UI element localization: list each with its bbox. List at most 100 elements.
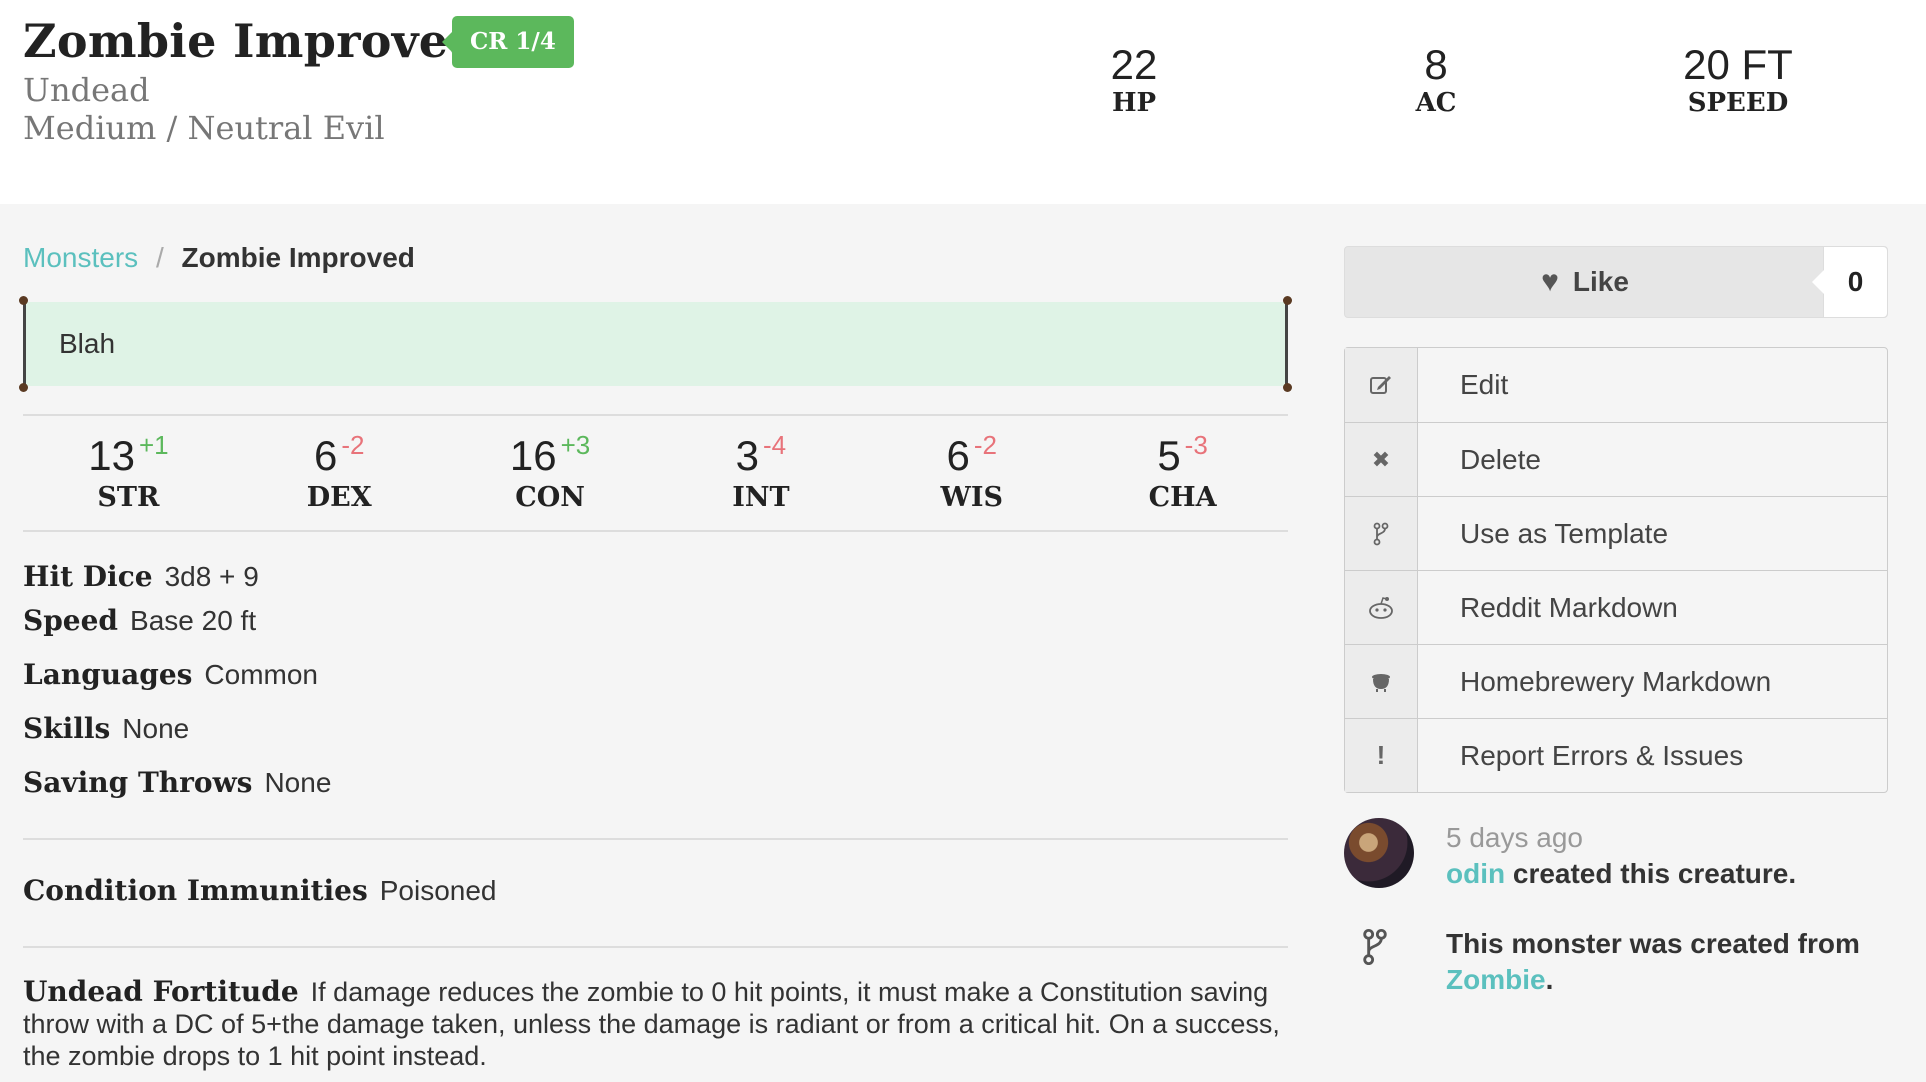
breadcrumb: Monsters / Zombie Improved [23, 242, 415, 274]
like-widget: ♥ Like 0 [1344, 246, 1888, 318]
edit-button[interactable]: Edit [1345, 348, 1887, 422]
resize-handle [1283, 296, 1292, 305]
ability-modifier: +3 [560, 430, 591, 460]
resize-handle [19, 383, 28, 392]
property-value: Common [204, 659, 319, 690]
ability-dex: 6 -2 DEX [234, 420, 445, 530]
ability-str: 13 +1 STR [23, 420, 234, 530]
monster-header: Zombie Improved CR 1/4 Undead Medium / N… [0, 0, 1926, 204]
description-text: Blah [59, 328, 116, 359]
skills-row: Skills None [23, 712, 189, 745]
monster-type: Undead [23, 71, 150, 109]
reddit-icon [1345, 571, 1418, 644]
ability-score: 6 [314, 432, 338, 479]
template-prefix: This monster was created from [1446, 928, 1860, 959]
ability-label: INT [732, 482, 790, 513]
template-suffix: . [1545, 964, 1554, 995]
menu-label: Homebrewery Markdown [1460, 665, 1772, 697]
ability-score: 6 [946, 432, 970, 479]
activity-action: created this creature. [1505, 858, 1797, 889]
speed-value: 20 FT [1683, 41, 1793, 88]
template-source-text: This monster was created from Zombie. [1446, 926, 1876, 998]
homebrewery-markdown-button[interactable]: Homebrewery Markdown [1345, 644, 1887, 718]
ability-label: CHA [1148, 482, 1217, 513]
resize-handle [19, 296, 28, 305]
divider [23, 530, 1288, 532]
breadcrumb-monsters-link[interactable]: Monsters [23, 242, 138, 273]
property-value: None [264, 767, 332, 798]
fork-icon [1345, 497, 1418, 570]
menu-label: Delete [1460, 443, 1541, 475]
divider [23, 414, 1288, 416]
ability-modifier: -3 [1184, 430, 1208, 460]
hit-dice-row: Hit Dice 3d8 + 9 [23, 560, 259, 593]
menu-label: Reddit Markdown [1460, 591, 1678, 623]
property-value: Base 20 ft [130, 605, 257, 636]
reddit-markdown-button[interactable]: Reddit Markdown [1345, 570, 1887, 644]
property-name: Hit Dice [23, 560, 153, 593]
monster-title: Zombie Improved [23, 14, 481, 68]
ability-cha: 5 -3 CHA [1077, 420, 1288, 530]
property-name: Speed [23, 604, 119, 637]
trait-name: Undead Fortitude [23, 975, 299, 1008]
speed-stat: 20 FT SPEED [1628, 41, 1848, 119]
hp-label: HP [1111, 88, 1157, 118]
ability-score: 3 [735, 432, 760, 479]
user-link[interactable]: odin [1446, 858, 1505, 889]
ability-modifier: +1 [138, 430, 169, 460]
activity-created: odin created this creature. [1446, 858, 1796, 890]
condition-immunities-row: Condition Immunities Poisoned [23, 874, 497, 907]
hp-value: 22 [1110, 41, 1158, 88]
ability-modifier: -4 [763, 430, 787, 460]
trait-undead-fortitude: Undead Fortitude If damage reduces the zo… [23, 976, 1288, 1072]
delete-button[interactable]: ✖ Delete [1345, 422, 1887, 496]
menu-label: Edit [1460, 369, 1509, 400]
property-value: Poisoned [379, 875, 497, 906]
ability-con: 16 +3 CON [445, 420, 656, 530]
edit-icon [1345, 348, 1418, 422]
property-name: Condition Immunities [23, 874, 368, 907]
property-value: None [122, 713, 190, 744]
close-icon: ✖ [1345, 423, 1418, 496]
like-button[interactable]: ♥ Like [1345, 247, 1825, 317]
ability-modifier: -2 [341, 430, 365, 460]
property-name: Saving Throws [23, 766, 253, 799]
report-issues-button[interactable]: ! Report Errors & Issues [1345, 718, 1887, 792]
ability-modifier: -2 [973, 430, 997, 460]
divider [23, 946, 1288, 948]
heart-icon: ♥ [1541, 265, 1559, 298]
ability-int: 3 -4 INT [655, 420, 866, 530]
ability-score: 16 [509, 432, 557, 479]
description-box: Blah [19, 296, 1292, 392]
ac-value: 8 [1424, 41, 1448, 88]
ac-stat: 8 AC [1326, 41, 1546, 119]
ability-label: WIS [940, 482, 1003, 513]
breadcrumb-current: Zombie Improved [181, 242, 415, 273]
fork-icon [1362, 928, 1388, 974]
hp-stat: 22 HP [1024, 41, 1244, 119]
ability-score: 13 [88, 432, 135, 479]
exclamation-icon: ! [1345, 719, 1418, 792]
ability-label: CON [515, 482, 585, 513]
speed-row: Speed Base 20 ft [23, 604, 256, 637]
ability-scores: 13 +1 STR 6 -2 DEX 16 +3 CON 3 -4 INT 6 -2 WI… [23, 420, 1288, 530]
breadcrumb-separator: / [155, 242, 164, 273]
use-as-template-button[interactable]: Use as Template [1345, 496, 1887, 570]
avatar[interactable] [1344, 818, 1414, 888]
activity-time: 5 days ago [1446, 822, 1583, 853]
ability-score: 5 [1157, 432, 1181, 479]
ac-label: AC [1415, 88, 1457, 118]
menu-label: Use as Template [1460, 517, 1669, 549]
property-name: Languages [23, 658, 193, 691]
template-source-link[interactable]: Zombie [1446, 964, 1546, 995]
ability-wis: 6 -2 WIS [866, 420, 1077, 530]
like-count: 0 [1812, 247, 1887, 317]
ability-label: DEX [306, 482, 372, 513]
challenge-rating-badge: CR 1/4 [442, 16, 574, 68]
languages-row: Languages Common [23, 658, 318, 691]
divider [23, 838, 1288, 840]
resize-handle [1283, 383, 1292, 392]
like-label: Like [1572, 266, 1629, 297]
speed-label: SPEED [1687, 88, 1789, 118]
menu-label: Report Errors & Issues [1460, 739, 1744, 771]
